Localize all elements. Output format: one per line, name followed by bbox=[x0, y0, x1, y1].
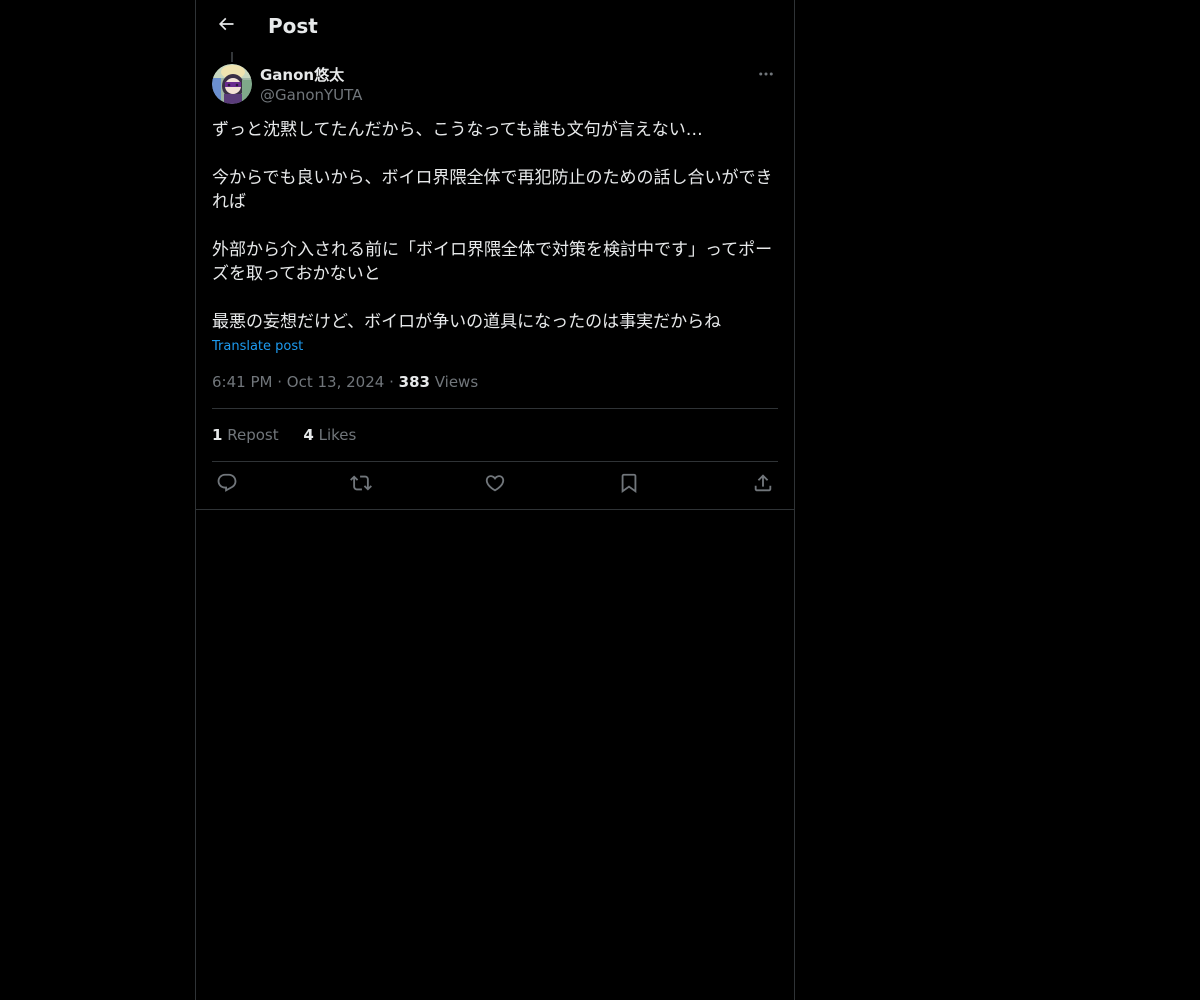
likes-label: Likes bbox=[318, 426, 357, 444]
post-paragraph: 今からでも良いから、ボイロ界隈全体で再犯防止のための話し合いができれば bbox=[212, 168, 773, 212]
more-horizontal-icon bbox=[757, 65, 775, 87]
page-header: Post bbox=[196, 0, 794, 53]
share-icon bbox=[752, 472, 774, 498]
bookmark-button[interactable] bbox=[614, 472, 644, 498]
post-paragraph: 最悪の妄想だけど、ボイロが争いの道具になったのは事実だからね bbox=[212, 312, 722, 332]
reposts-stat[interactable]: 1 Repost bbox=[212, 426, 279, 444]
primary-column: Post Ganon悠太 @GanonYUTA ずっと沈黙してたんだから、こうな… bbox=[195, 0, 795, 1000]
repost-icon bbox=[350, 472, 372, 498]
avatar[interactable] bbox=[212, 64, 252, 104]
views-count: 383 bbox=[398, 373, 430, 391]
reply-button[interactable] bbox=[212, 472, 242, 498]
likes-stat[interactable]: 4 Likes bbox=[303, 426, 356, 444]
translate-post-link[interactable]: Translate post bbox=[212, 338, 303, 356]
thread-connector-line bbox=[231, 52, 233, 62]
page-title: Post bbox=[268, 14, 318, 38]
like-icon bbox=[484, 472, 506, 498]
post-time[interactable]: 6:41 PM bbox=[212, 373, 272, 391]
divider bbox=[212, 408, 778, 409]
divider bbox=[212, 461, 778, 462]
back-button[interactable] bbox=[208, 8, 244, 44]
post-actions-bar bbox=[212, 472, 778, 498]
reposts-label: Repost bbox=[227, 426, 279, 444]
post-meta: 6:41 PM · Oct 13, 2024 · 383 Views bbox=[212, 372, 478, 392]
avatar-image bbox=[212, 64, 252, 104]
reposts-count: 1 bbox=[212, 426, 223, 444]
post-paragraph: 外部から介入される前に「ボイロ界隈全体で対策を検討中です」ってポーズを取っておか… bbox=[212, 240, 773, 284]
like-button[interactable] bbox=[480, 472, 510, 498]
more-options-button[interactable] bbox=[754, 64, 778, 88]
views-label: Views bbox=[434, 373, 479, 391]
meta-separator: · bbox=[389, 373, 394, 391]
author-handle[interactable]: @GanonYUTA bbox=[260, 85, 362, 105]
arrow-left-icon bbox=[216, 14, 236, 38]
share-button[interactable] bbox=[748, 472, 778, 498]
author-name[interactable]: Ganon悠太 bbox=[260, 65, 344, 85]
post-paragraph: ずっと沈黙してたんだから、こうなっても誰も文句が言えない… bbox=[212, 120, 703, 140]
reply-icon bbox=[216, 472, 238, 498]
meta-separator: · bbox=[277, 373, 283, 391]
likes-count: 4 bbox=[303, 426, 314, 444]
repost-button[interactable] bbox=[346, 472, 376, 498]
post-bottom-border bbox=[196, 509, 794, 510]
bookmark-icon bbox=[618, 472, 640, 498]
post-stats: 1 Repost 4 Likes bbox=[212, 425, 376, 445]
post-text: ずっと沈黙してたんだから、こうなっても誰も文句が言えない… 今からでも良いから、… bbox=[212, 118, 778, 334]
post-date[interactable]: Oct 13, 2024 bbox=[287, 373, 385, 391]
